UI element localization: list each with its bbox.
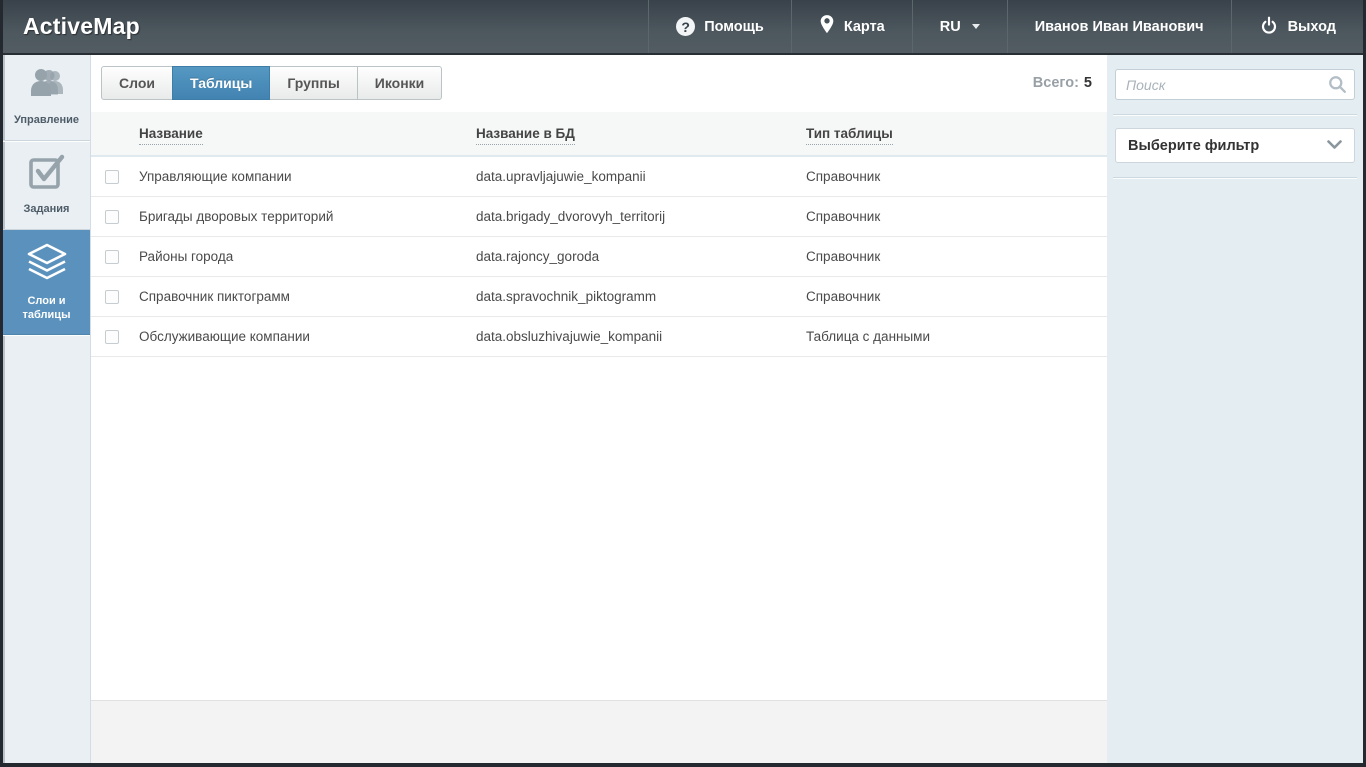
cell-db-name: data.upravljajuwie_kompanii	[468, 156, 798, 197]
sidebar-item-label: Слои и таблицы	[7, 295, 86, 323]
tasks-check-icon	[28, 154, 66, 195]
layers-icon	[25, 243, 69, 286]
users-group-icon	[26, 68, 68, 105]
panel-separator	[1113, 177, 1357, 178]
sidebar-item-label: Задания	[24, 203, 70, 217]
app-window: ActiveMap ? Помощь Карта RU Иванов Иван …	[0, 0, 1366, 767]
main-footer	[91, 700, 1107, 763]
user-name: Иванов Иван Иванович	[1035, 19, 1204, 35]
cell-name: Обслуживающие компании	[131, 317, 468, 357]
table-row[interactable]: Управляющие компании data.upravljajuwie_…	[91, 156, 1107, 197]
map-label: Карта	[844, 19, 885, 35]
cell-db-name: data.brigady_dvorovyh_territorij	[468, 197, 798, 237]
map-pin-icon	[819, 14, 835, 39]
chevron-down-icon	[1327, 138, 1342, 154]
help-label: Помощь	[704, 19, 764, 35]
toolbar: Слои Таблицы Группы Иконки Всего: 5	[91, 55, 1107, 112]
cell-db-name: data.rajoncy_goroda	[468, 237, 798, 277]
logout-label: Выход	[1288, 19, 1336, 35]
search-icon	[1328, 75, 1347, 99]
panel-separator	[1113, 114, 1357, 115]
column-header-type[interactable]: Тип таблицы	[806, 126, 893, 145]
main-panel: Слои Таблицы Группы Иконки Всего: 5 Назва…	[91, 55, 1107, 700]
total-value: 5	[1084, 75, 1092, 91]
sidebar-item-tasks[interactable]: Задания	[3, 141, 90, 231]
sidebar-item-layers-tables[interactable]: Слои и таблицы	[3, 230, 90, 335]
cell-name: Бригады дворовых территорий	[131, 197, 468, 237]
power-icon	[1259, 15, 1279, 39]
cell-db-name: data.obsluzhivajuwie_kompanii	[468, 317, 798, 357]
cell-type: Таблица с данными	[798, 317, 1107, 357]
content-row: Управление Задания	[3, 55, 1363, 763]
language-label: RU	[940, 19, 961, 35]
language-dropdown[interactable]: RU	[912, 0, 1007, 53]
cell-name: Управляющие компании	[131, 156, 468, 197]
total-label: Всего:	[1033, 75, 1079, 91]
caret-down-icon	[972, 24, 980, 29]
main-column: Слои Таблицы Группы Иконки Всего: 5 Назва…	[91, 55, 1107, 763]
header-nav: ? Помощь Карта RU Иванов Иван Иванович	[648, 0, 1363, 53]
app-header: ActiveMap ? Помощь Карта RU Иванов Иван …	[3, 0, 1363, 55]
sidebar-item-management[interactable]: Управление	[3, 55, 90, 141]
filter-dropdown[interactable]: Выберите фильтр	[1115, 128, 1355, 163]
cell-type: Справочник	[798, 197, 1107, 237]
table-row[interactable]: Районы города data.rajoncy_goroda Справо…	[91, 237, 1107, 277]
row-checkbox[interactable]	[105, 330, 119, 344]
tab-icons[interactable]: Иконки	[357, 66, 443, 100]
tab-tables[interactable]: Таблицы	[172, 66, 270, 100]
tab-groups[interactable]: Группы	[269, 66, 357, 100]
cell-db-name: data.spravochnik_piktogramm	[468, 277, 798, 317]
column-header-name[interactable]: Название	[139, 126, 203, 145]
column-header-db-name[interactable]: Название в БД	[476, 126, 575, 145]
row-checkbox[interactable]	[105, 290, 119, 304]
table-row[interactable]: Бригады дворовых территорий data.brigady…	[91, 197, 1107, 237]
tab-group: Слои Таблицы Группы Иконки	[101, 66, 442, 100]
help-icon: ?	[676, 17, 695, 36]
table-row[interactable]: Справочник пиктограмм data.spravochnik_p…	[91, 277, 1107, 317]
cell-type: Справочник	[798, 156, 1107, 197]
app-logo: ActiveMap	[3, 0, 160, 53]
cell-type: Справочник	[798, 237, 1107, 277]
table-row[interactable]: Обслуживающие компании data.obsluzhivaju…	[91, 317, 1107, 357]
cell-name: Справочник пиктограмм	[131, 277, 468, 317]
filter-label: Выберите фильтр	[1128, 138, 1259, 154]
user-menu[interactable]: Иванов Иван Иванович	[1007, 0, 1231, 53]
sidebar: Управление Задания	[3, 55, 91, 763]
map-button[interactable]: Карта	[791, 0, 912, 53]
tables-table: Название Название в БД Тип таблицы Управ…	[91, 112, 1107, 357]
total-count: Всего: 5	[1033, 75, 1092, 91]
help-button[interactable]: ? Помощь	[648, 0, 791, 53]
tab-layers[interactable]: Слои	[101, 66, 173, 100]
search-input[interactable]	[1115, 69, 1355, 100]
right-panel: Выберите фильтр	[1107, 55, 1363, 763]
logout-button[interactable]: Выход	[1231, 0, 1363, 53]
row-checkbox[interactable]	[105, 250, 119, 264]
search-box	[1115, 69, 1355, 100]
row-checkbox[interactable]	[105, 170, 119, 184]
cell-name: Районы города	[131, 237, 468, 277]
table-header-row: Название Название в БД Тип таблицы	[91, 112, 1107, 156]
cell-type: Справочник	[798, 277, 1107, 317]
row-checkbox[interactable]	[105, 210, 119, 224]
sidebar-item-label: Управление	[14, 114, 79, 128]
